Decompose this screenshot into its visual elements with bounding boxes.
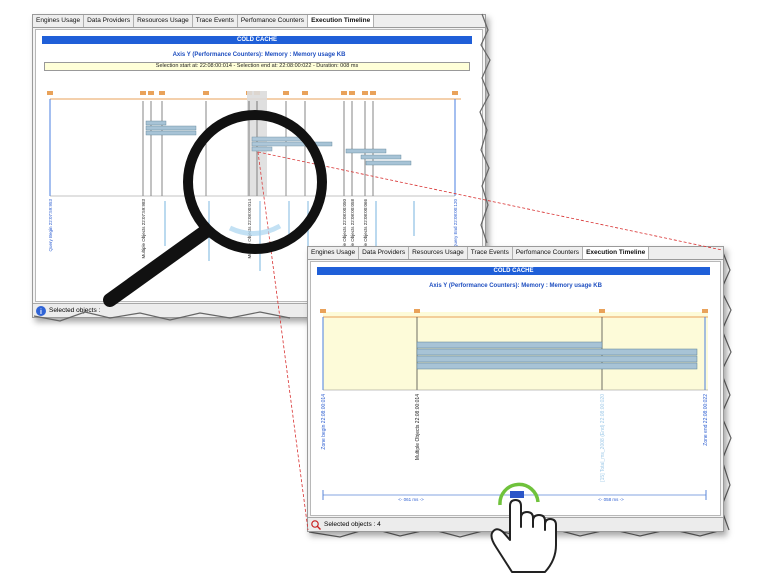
projection-lines [257, 151, 723, 531]
magnifier-icon [103, 110, 327, 307]
hand-pointer-icon [490, 499, 557, 573]
overlay [103, 110, 723, 573]
